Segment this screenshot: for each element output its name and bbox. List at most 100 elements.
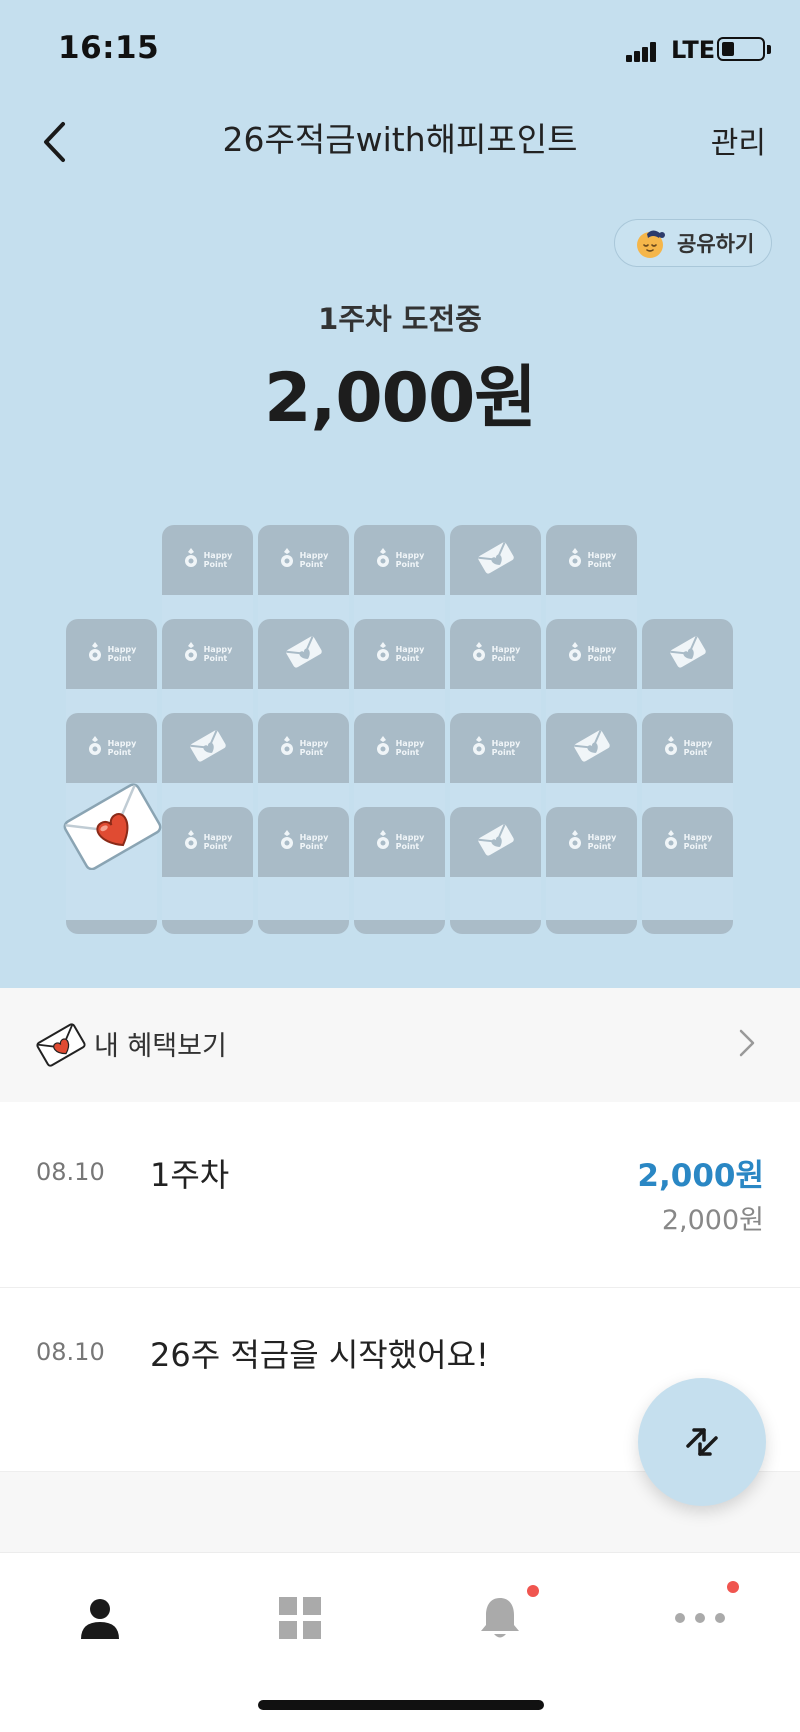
stamp-text-line2: Point: [395, 654, 420, 663]
stamp-text-line1: Happy: [491, 645, 521, 654]
happy-point-logo-icon: [375, 829, 391, 855]
grid-icon: [279, 1597, 321, 1639]
history-date: 08.10: [36, 1158, 105, 1186]
happy-point-stamp: Happy Point: [162, 619, 253, 689]
happy-point-stamp: Happy Point: [546, 807, 637, 877]
history-title: 26주 적금을 시작했어요!: [150, 1336, 489, 1374]
stamp-text-line1: Happy: [395, 551, 425, 560]
happy-point-stamp: Happy Point: [354, 713, 445, 783]
stamp-text-line2: Point: [203, 842, 228, 851]
happy-point-logo-icon: [375, 641, 391, 667]
stamp-text-line1: Happy: [395, 833, 425, 842]
heart-envelope-icon: [63, 783, 162, 870]
happy-point-logo-icon: [567, 829, 583, 855]
stamp-text-line1: Happy: [683, 833, 713, 842]
stamp-text-line2: Point: [587, 842, 612, 851]
happy-point-stamp: Happy Point: [450, 713, 541, 783]
stamp-text-line2: Point: [491, 748, 516, 757]
more-dots-icon: [675, 1613, 725, 1623]
stamp-text-line1: Happy: [203, 645, 233, 654]
bell-icon: [481, 1598, 519, 1638]
tab-notifications[interactable]: [440, 1583, 560, 1653]
history-amount: 2,000원: [637, 1158, 764, 1194]
stamp-text-line1: Happy: [395, 645, 425, 654]
stamp-text-line2: Point: [299, 748, 324, 757]
happy-point-stamp: Happy Point: [546, 619, 637, 689]
happy-point-logo-icon: [183, 547, 199, 573]
stamp-text-line2: Point: [203, 654, 228, 663]
stamp-text-line1: Happy: [587, 645, 617, 654]
person-icon: [81, 1599, 119, 1639]
stamp-text-line1: Happy: [107, 739, 137, 748]
envelope-stamp: [450, 807, 541, 877]
stamp-text-line1: Happy: [299, 833, 329, 842]
happy-point-logo-icon: [183, 641, 199, 667]
happy-point-logo-icon: [663, 829, 679, 855]
stamp-text-line2: Point: [491, 654, 516, 663]
chevron-right-icon: [739, 1029, 755, 1057]
stamp-text-line2: Point: [683, 748, 708, 757]
stamp-text-line2: Point: [107, 748, 132, 757]
happy-point-stamp: Happy Point: [258, 525, 349, 595]
stamp-text-line2: Point: [683, 842, 708, 851]
happy-point-logo-icon: [279, 547, 295, 573]
happy-point-stamp: Happy Point: [450, 619, 541, 689]
my-benefits-row[interactable]: 내 혜택보기: [0, 988, 800, 1102]
happy-point-logo-icon: [471, 735, 487, 761]
envelope-icon: [283, 635, 325, 673]
happy-point-stamp: Happy Point: [354, 619, 445, 689]
stamp-text-line2: Point: [395, 560, 420, 569]
happy-point-stamp: Happy Point: [546, 525, 637, 595]
tab-more[interactable]: [640, 1581, 760, 1653]
envelope-stamp: [642, 619, 733, 689]
stamp-text-line1: Happy: [587, 833, 617, 842]
happy-point-logo-icon: [183, 829, 199, 855]
happy-point-logo-icon: [471, 641, 487, 667]
heart-envelope-icon: [36, 1023, 86, 1067]
more-badge: [727, 1581, 739, 1593]
tab-menu[interactable]: [240, 1583, 360, 1653]
history-sub-amount: 2,000원: [661, 1205, 764, 1236]
notification-badge: [527, 1585, 539, 1597]
hero-section: 16:15 LTE 26주적금with해피포인트 관리 공유하기 1주차 도전중…: [0, 0, 800, 988]
envelope-stamp: [258, 619, 349, 689]
stamp-text-line1: Happy: [203, 833, 233, 842]
home-indicator: [258, 1700, 544, 1710]
switch-button[interactable]: [638, 1378, 766, 1506]
happy-point-logo-icon: [567, 547, 583, 573]
happy-point-logo-icon: [279, 829, 295, 855]
happy-point-stamp: Happy Point: [354, 807, 445, 877]
envelope-stamp: [450, 525, 541, 595]
happy-point-logo-icon: [375, 547, 391, 573]
stamp-text-line1: Happy: [587, 551, 617, 560]
my-benefits-label: 내 혜택보기: [94, 1031, 227, 1062]
happy-point-stamp: Happy Point: [642, 807, 733, 877]
happy-point-stamp: Happy Point: [258, 713, 349, 783]
stamp-text-line2: Point: [107, 654, 132, 663]
stamp-text-line2: Point: [203, 560, 228, 569]
happy-point-stamp: Happy Point: [258, 807, 349, 877]
stamp-text-line2: Point: [299, 842, 324, 851]
happy-point-stamp: Happy Point: [66, 713, 157, 783]
envelope-icon: [187, 729, 229, 767]
stamp-text-line2: Point: [587, 560, 612, 569]
stamp-text-line1: Happy: [395, 739, 425, 748]
happy-point-logo-icon: [279, 735, 295, 761]
happy-point-logo-icon: [87, 641, 103, 667]
stamp-text-line1: Happy: [299, 739, 329, 748]
happy-point-logo-icon: [663, 735, 679, 761]
stamp-text-line1: Happy: [491, 739, 521, 748]
history-item[interactable]: 08.10 1주차 2,000원 2,000원: [0, 1102, 800, 1288]
history-date: 08.10: [36, 1338, 105, 1366]
tab-my[interactable]: [40, 1583, 160, 1653]
happy-point-stamp: Happy Point: [162, 525, 253, 595]
stamp-text-line2: Point: [395, 748, 420, 757]
stamp-text-line1: Happy: [683, 739, 713, 748]
happy-point-stamp: Happy Point: [66, 619, 157, 689]
stamp-text-line1: Happy: [203, 551, 233, 560]
happy-point-stamp: Happy Point: [642, 713, 733, 783]
envelope-icon: [475, 541, 517, 579]
envelope-stamp: [162, 713, 253, 783]
envelope-icon: [571, 729, 613, 767]
envelope-icon: [667, 635, 709, 673]
